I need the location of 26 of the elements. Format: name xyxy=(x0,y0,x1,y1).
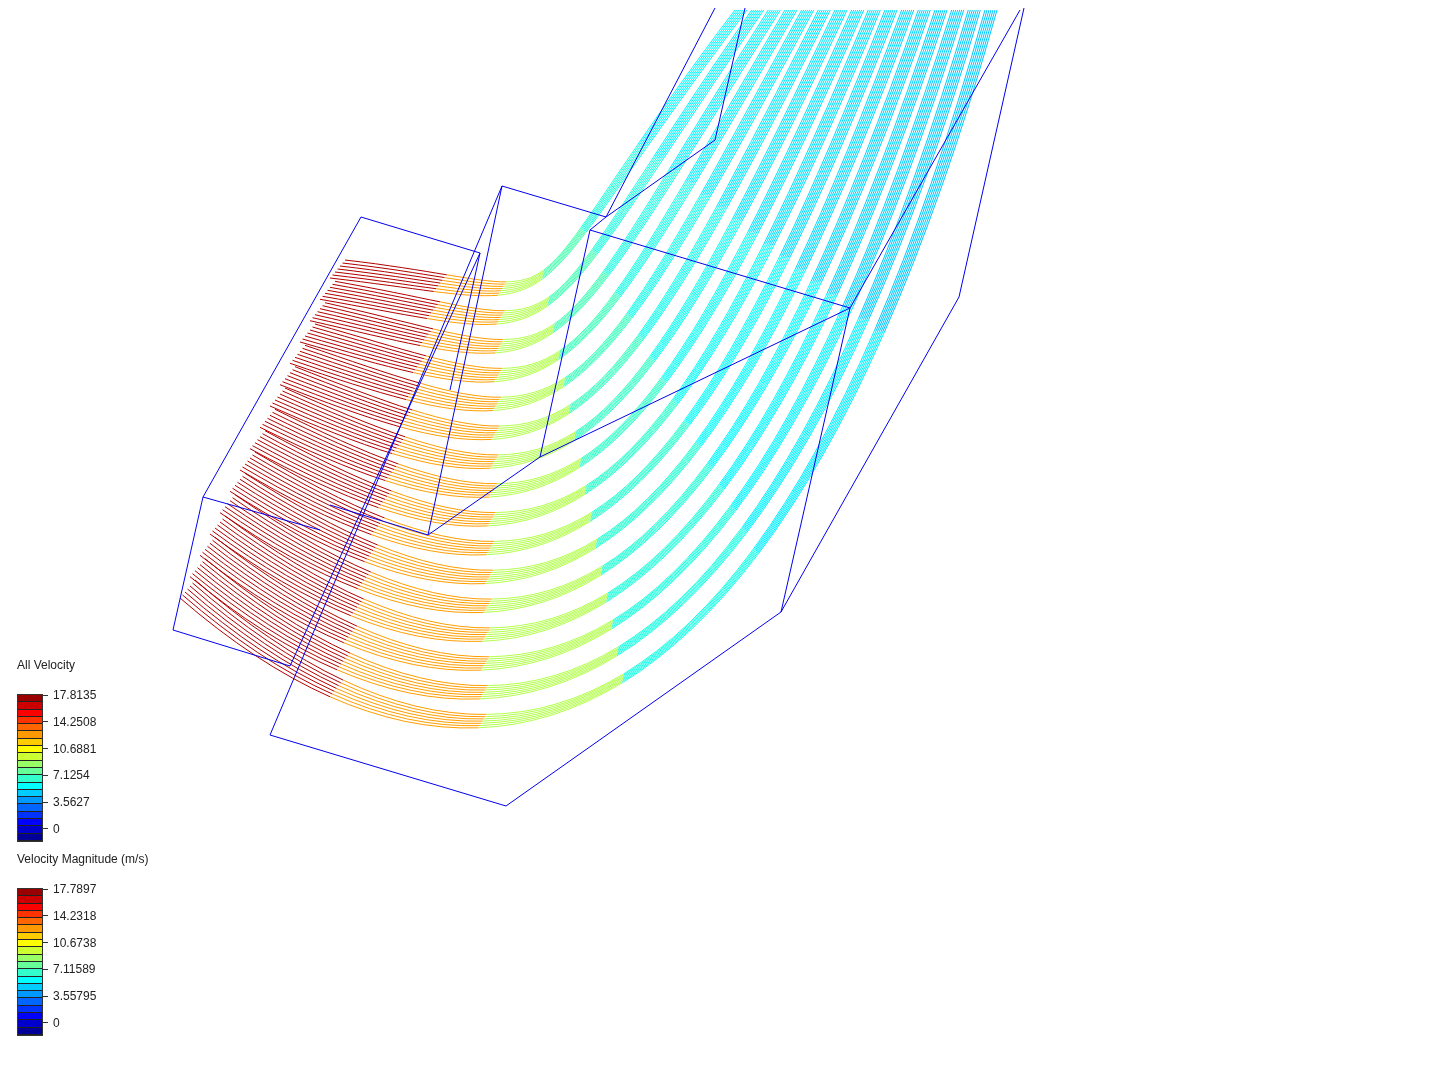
tick-label: 3.55795 xyxy=(53,989,97,1004)
tick-label: 7.1254 xyxy=(53,768,90,783)
tick-mark xyxy=(43,748,48,750)
tick-label: 0 xyxy=(53,822,60,836)
tick-label: 14.2508 xyxy=(53,714,97,729)
tick-label: 0 xyxy=(53,1016,60,1030)
tick-label: 7.11589 xyxy=(53,962,96,977)
tick-mark xyxy=(43,774,48,776)
tick-label: 17.8135 xyxy=(53,688,97,702)
legend-title: All Velocity xyxy=(17,658,77,672)
legend-title: Velocity Magnitude (m/s) xyxy=(17,852,149,866)
tick-label: 14.2318 xyxy=(53,908,97,923)
tick-mark xyxy=(43,888,48,890)
tick-label: 10.6881 xyxy=(53,741,97,756)
tick-mark xyxy=(43,915,48,917)
tick-mark xyxy=(43,801,48,803)
tick-mark xyxy=(43,1022,48,1024)
tick-label: 3.5627 xyxy=(53,795,90,810)
tick-mark xyxy=(43,995,48,997)
tick-label: 17.7897 xyxy=(53,882,97,896)
tick-mark xyxy=(43,828,48,830)
tick-mark xyxy=(43,968,48,970)
tick-mark xyxy=(43,721,48,723)
tick-mark xyxy=(43,942,48,944)
tick-label: 10.6738 xyxy=(53,935,97,950)
tick-mark xyxy=(43,694,48,696)
